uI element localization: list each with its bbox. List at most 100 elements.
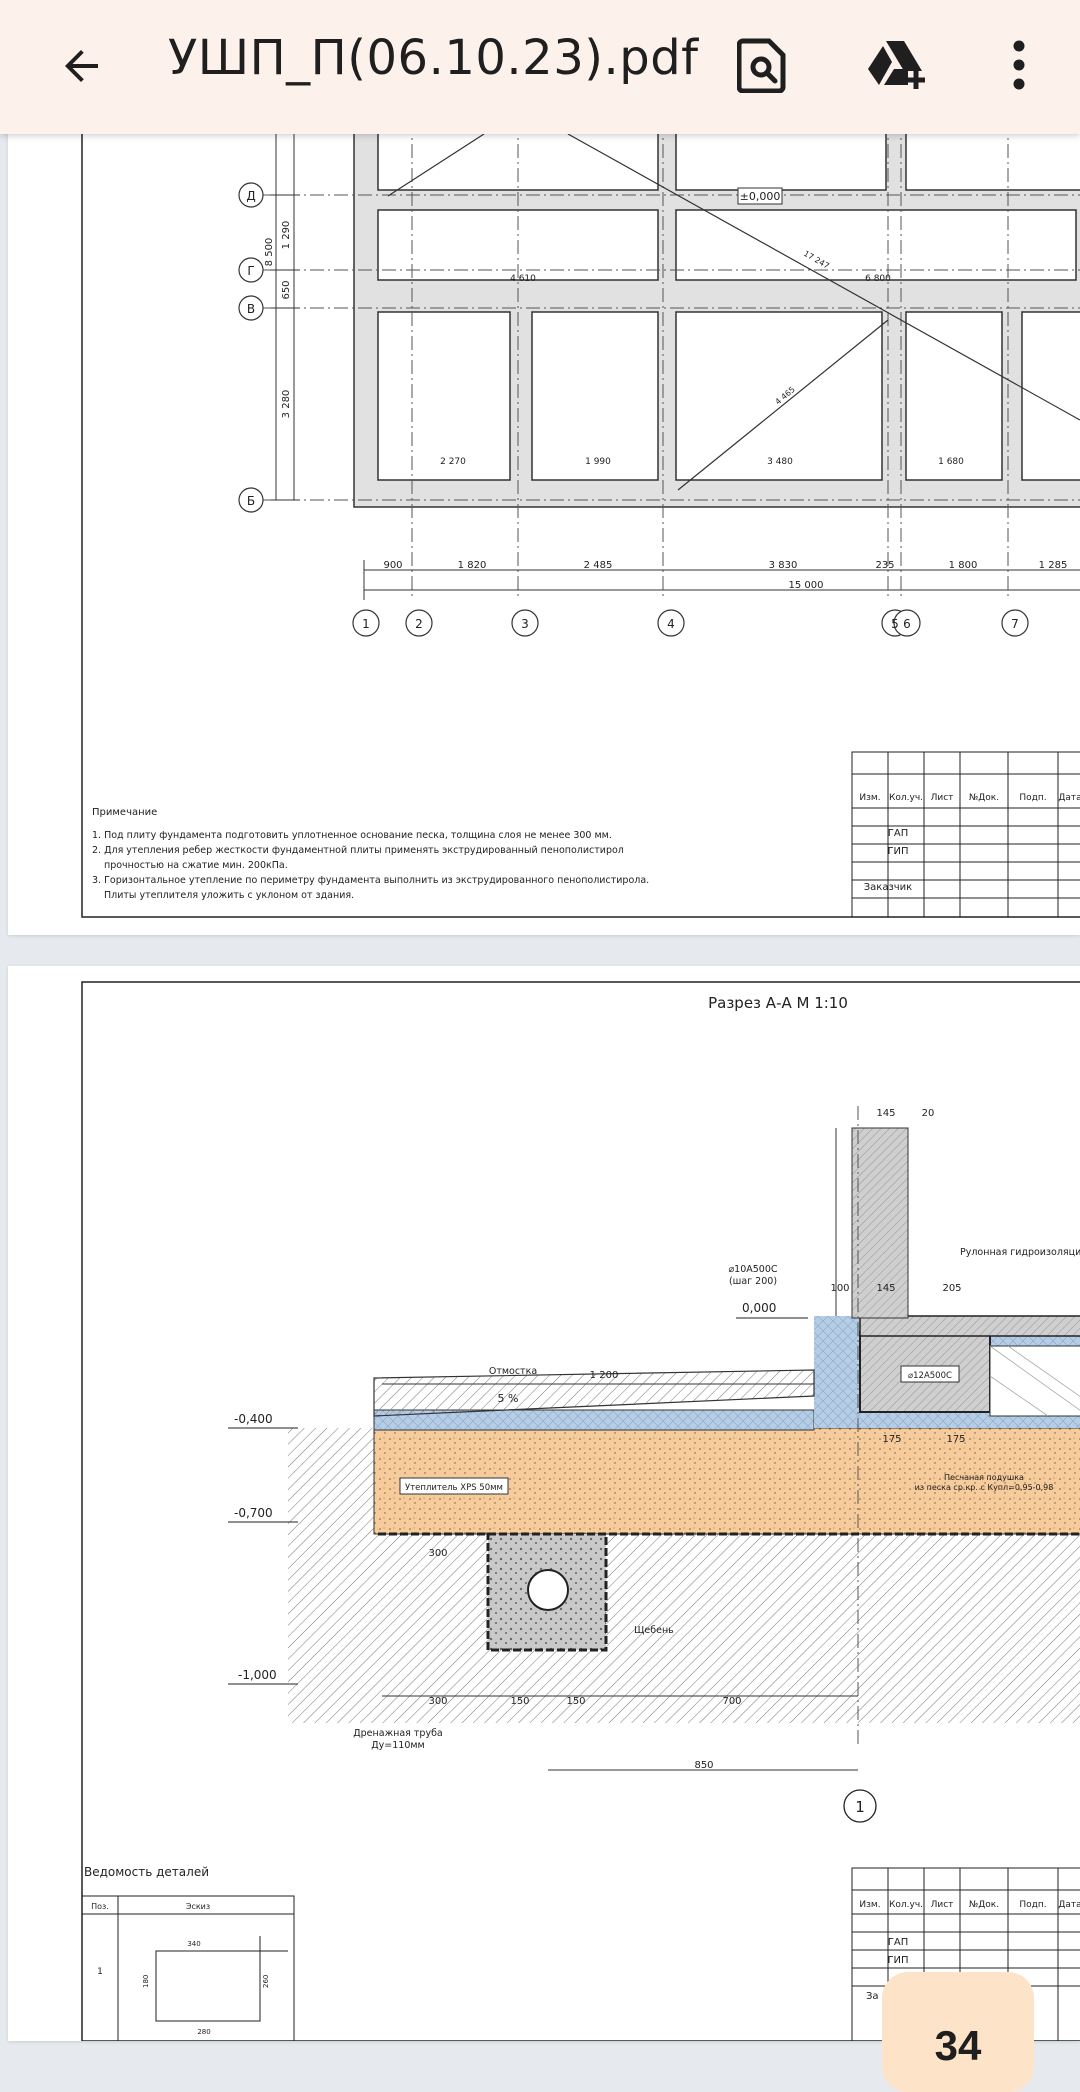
find-in-page-button[interactable] <box>728 30 798 100</box>
details-title: Ведомость деталей <box>84 1865 209 1879</box>
axis-row-label: Г <box>247 264 254 278</box>
dim: 1 200 <box>590 1370 619 1381</box>
level-label: -0,400 <box>234 1412 273 1426</box>
label-otmostka: Отмостка <box>489 1366 537 1377</box>
stamp-header: Кол.уч. <box>889 1900 923 1910</box>
dim: 150 <box>566 1696 585 1707</box>
back-button[interactable] <box>52 36 112 96</box>
dim: 20 <box>922 1108 935 1119</box>
label-rebar-step: (шаг 200) <box>729 1276 777 1287</box>
dim: 300 <box>428 1696 447 1707</box>
stamp-header: Лист <box>931 1900 954 1910</box>
dim-inner: 3 480 <box>767 457 793 467</box>
pdf-page-1[interactable]: ±0,000 17 247 4 465 2 270 1 990 3 480 1 … <box>8 0 1080 935</box>
stamp-header: Дата <box>1058 1900 1080 1910</box>
level-label: -0,700 <box>234 1506 273 1520</box>
dim-bottom: 1 820 <box>458 560 487 571</box>
dim-inner: 4 610 <box>510 274 536 284</box>
dim-bottom: 3 830 <box>769 560 798 571</box>
stamp-header: Подп. <box>1019 1900 1046 1910</box>
dim: 150 <box>510 1696 529 1707</box>
section-drawing: Разрез А-А М 1:10 -0,400 -0,700 -1,000 0… <box>81 981 1080 2041</box>
dim-inner: 1 990 <box>585 457 611 467</box>
axis-col-label: 5 <box>891 617 899 631</box>
stamp-row: ГИП <box>887 1955 908 1966</box>
find-in-page-icon <box>737 38 786 93</box>
label-drain: Дренажная труба <box>353 1728 443 1739</box>
dim: 850 <box>694 1760 713 1771</box>
add-to-drive-icon <box>868 41 925 89</box>
axis-col-label: 4 <box>667 617 675 631</box>
dim-inner: 2 270 <box>440 457 466 467</box>
dim-left: 1 290 <box>281 221 292 250</box>
document-title: УШП_П(06.10.23).pdf <box>168 30 699 86</box>
stamp-header: №Док. <box>969 1900 999 1910</box>
dim: 145 <box>876 1283 895 1294</box>
dim: 100 <box>830 1283 849 1294</box>
axis-row-label: В <box>247 302 255 316</box>
label-sand-2: из песка ср.кр. с Купл=0,95-0,98 <box>915 1483 1054 1492</box>
stamp-header: №Док. <box>969 793 999 803</box>
section-title: Разрез А-А М 1:10 <box>708 994 848 1012</box>
details-pos: 1 <box>97 1967 103 1977</box>
dim-bottom: 900 <box>383 560 402 571</box>
foundation-plan-drawing: ±0,000 17 247 4 465 2 270 1 990 3 480 1 … <box>81 0 1080 918</box>
label-rebar-top: ⌀10А500С <box>728 1264 777 1275</box>
axis-col-label: 2 <box>415 617 423 631</box>
note-line: 3. Горизонтальное утепление по периметру… <box>92 875 649 886</box>
more-vert-icon <box>1013 40 1025 90</box>
dim: 175 <box>946 1434 965 1445</box>
axis-col-label: 3 <box>521 617 529 631</box>
level-label: -1,000 <box>238 1668 277 1682</box>
dim-total: 15 000 <box>789 580 824 591</box>
dim-left: 8 500 <box>264 238 275 267</box>
label-insulation: Утеплитель XPS 50мм <box>405 1483 503 1493</box>
stamp-header: Дата <box>1058 793 1080 803</box>
details-dim: 260 <box>262 1975 270 1988</box>
more-menu-button[interactable] <box>984 30 1054 100</box>
axis-col-label: 7 <box>1011 617 1019 631</box>
note-line: 2. Для утепления ребер жесткости фундаме… <box>92 845 624 856</box>
axis-label: 1 <box>855 1798 865 1816</box>
details-dim: 180 <box>142 1975 150 1988</box>
label-slope: 5 % <box>498 1392 519 1405</box>
label-waterproof: Рулонная гидроизоляция <box>960 1247 1080 1258</box>
details-dim: 280 <box>197 2028 210 2036</box>
level-zero: 0,000 <box>742 1301 776 1315</box>
app-bar: УШП_П(06.10.23).pdf <box>0 0 1080 134</box>
stamp-row: За <box>866 1991 879 2002</box>
stamp-header: Изм. <box>859 793 880 803</box>
add-to-drive-button[interactable] <box>862 30 932 100</box>
dim-bottom: 235 <box>875 560 894 571</box>
stamp-row: Заказчик <box>864 882 912 893</box>
dim: 300 <box>428 1548 447 1559</box>
details-dim: 340 <box>187 1940 200 1948</box>
stamp-row: ГИП <box>887 846 908 857</box>
arrow-back-icon <box>65 50 98 82</box>
details-header: Эскиз <box>186 1902 210 1911</box>
stamp-header: Лист <box>931 793 954 803</box>
dim-bottom: 1 285 <box>1039 560 1068 571</box>
dim-bottom: 2 485 <box>584 560 613 571</box>
level-mark: ±0,000 <box>740 190 781 203</box>
pdf-page-2[interactable]: Разрез А-А М 1:10 -0,400 -0,700 -1,000 0… <box>8 966 1080 2041</box>
dim-bottom: 1 800 <box>949 560 978 571</box>
details-header: Поз. <box>91 1902 109 1911</box>
stamp-header: Изм. <box>859 1900 880 1910</box>
axis-col-label: 6 <box>903 617 911 631</box>
stamp-header: Кол.уч. <box>889 793 923 803</box>
dim: 205 <box>942 1283 961 1294</box>
dim: 145 <box>876 1108 895 1119</box>
label-rebar-main: ⌀12А500С <box>908 1371 952 1381</box>
dim-inner: 1 680 <box>938 457 964 467</box>
note-line: 1. Под плиту фундамента подготовить упло… <box>92 830 612 841</box>
notes-title: Примечание <box>92 807 157 818</box>
dim: 700 <box>722 1696 741 1707</box>
page-number: 34 <box>934 2022 982 2069</box>
note-line: прочностью на сжатие мин. 200кПа. <box>104 860 288 871</box>
dim-left: 3 280 <box>281 390 292 419</box>
page-indicator-fab[interactable]: 34 <box>882 1972 1034 2092</box>
dim-inner: 6 800 <box>865 274 891 284</box>
stamp-row: ГАП <box>888 1937 908 1948</box>
axis-row-label: Б <box>247 494 255 508</box>
